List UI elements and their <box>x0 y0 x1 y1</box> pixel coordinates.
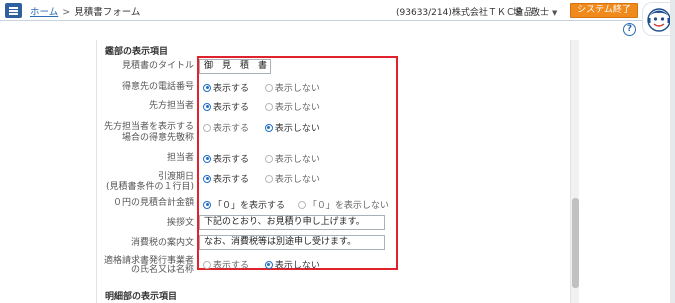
zero-total-label: ０円の見積合計金額 <box>112 198 194 208</box>
contact-radio-group: 表示する 表示しない <box>203 100 320 113</box>
delivery-label-line2: (見積書条件の１行目) <box>105 182 194 192</box>
invoice-issuer-show-option[interactable]: 表示する <box>203 258 249 271</box>
chevron-down-icon: ▼ <box>552 9 558 17</box>
section-title: 鑑部の表示項目 <box>105 47 169 57</box>
radio-unselected <box>264 83 273 92</box>
phone-label: 得意先の電話番号 <box>121 82 194 92</box>
staff-label: 担当者 <box>166 153 194 163</box>
invoice-issuer-radio-group: 表示する 表示しない <box>203 258 320 271</box>
contact-show-option[interactable]: 表示する <box>203 100 249 113</box>
radio-unselected <box>203 260 211 269</box>
user-name: 堤 敬士 <box>513 8 550 18</box>
contact-honorific-label-line1: 先方担当者を表示する <box>103 122 194 132</box>
radio-selected <box>203 154 211 163</box>
breadcrumb-separator: > <box>62 7 71 18</box>
radio-unselected <box>264 154 273 163</box>
delivery-show-option[interactable]: 表示する <box>203 172 249 185</box>
invoice-issuer-label-line2: の氏名又は名称 <box>130 265 194 275</box>
staff-hide-option[interactable]: 表示しない <box>264 152 320 165</box>
invoice-issuer-hide-option[interactable]: 表示しない <box>264 258 320 271</box>
window-frame-edge <box>670 0 675 303</box>
radio-selected <box>264 123 273 132</box>
radio-unselected <box>297 200 306 209</box>
phone-radio-group: 表示する 表示しない <box>203 81 320 94</box>
phone-show-option[interactable]: 表示する <box>203 81 249 94</box>
radio-selected <box>203 200 211 209</box>
title-label: 見積書のタイトル <box>121 61 194 71</box>
breadcrumb-home-link[interactable]: ホーム <box>30 7 58 18</box>
greeting-input[interactable]: 下記のとおり、お見積り申し上げます。 <box>199 215 385 230</box>
radio-selected <box>264 260 273 269</box>
radio-unselected <box>203 123 211 132</box>
breadcrumb-current: 見積書フォーム <box>74 7 141 18</box>
delivery-radio-group: 表示する 表示しない <box>203 172 320 185</box>
phone-hide-option[interactable]: 表示しない <box>264 81 320 94</box>
contact-label: 先方担当者 <box>148 101 194 111</box>
contact-honorific-show-option[interactable]: 表示する <box>203 121 249 134</box>
greeting-label: 挨拶文 <box>166 218 194 228</box>
zero-total-hide-option[interactable]: 「０」を表示しない <box>297 198 389 211</box>
delivery-hide-option[interactable]: 表示しない <box>264 172 320 185</box>
delivery-label-line1: 引渡期日 <box>157 172 194 182</box>
zero-total-show-option[interactable]: 「０」を表示する <box>203 198 285 211</box>
title-input[interactable]: 御 見 積 書 <box>199 59 271 74</box>
breadcrumb: ホーム > 見積書フォーム <box>30 4 140 18</box>
top-bar: ホーム > 見積書フォーム (93633/214)株式会社ＴＫＣ食品 堤 敬士 ▼ シ… <box>0 0 675 21</box>
vertical-scrollbar[interactable] <box>570 40 579 303</box>
detail-section-title: 明細部の表示項目 <box>105 292 178 302</box>
contact-hide-option[interactable]: 表示しない <box>264 100 320 113</box>
radio-selected <box>203 174 211 183</box>
tax-notice-input[interactable]: なお、消費税等は別途申し受けます。 <box>199 235 385 250</box>
user-menu[interactable]: 堤 敬士 ▼ <box>513 5 557 18</box>
tax-notice-label: 消費税の案内文 <box>130 238 194 248</box>
radio-selected <box>203 83 211 92</box>
staff-show-option[interactable]: 表示する <box>203 152 249 165</box>
contact-honorific-radio-group: 表示する 表示しない <box>203 121 320 134</box>
scrollbar-thumb[interactable] <box>572 198 579 288</box>
radio-selected <box>203 102 211 111</box>
contact-honorific-label-line2: 場合の得意先敬称 <box>121 133 194 143</box>
staff-radio-group: 表示する 表示しない <box>203 152 320 165</box>
contact-honorific-hide-option[interactable]: 表示しない <box>264 121 320 134</box>
zero-total-radio-group: 「０」を表示する 「０」を表示しない <box>203 198 389 211</box>
system-exit-button[interactable]: システム終了 <box>570 3 638 18</box>
radio-unselected <box>264 174 273 183</box>
hamburger-menu-icon[interactable] <box>5 3 22 18</box>
help-icon[interactable]: ? <box>623 23 636 36</box>
radio-unselected <box>264 102 273 111</box>
